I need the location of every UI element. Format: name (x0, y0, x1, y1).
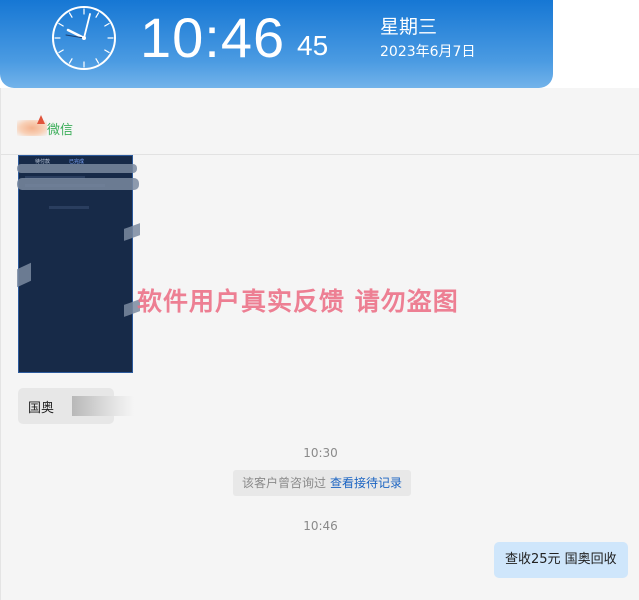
consult-notice: 该客户曾咨询过 查看接待记录 (233, 470, 412, 496)
image-message[interactable]: 待付款 已完成 (17, 155, 140, 373)
chat-window: 10:46 45 星期三 2023年6月7日 微信 待付款 已完成 软件用户真实… (0, 0, 639, 600)
timestamp: 10:46 (303, 519, 338, 533)
digital-seconds: 45 (297, 30, 329, 61)
notice-text: 该客户曾咨询过 (242, 476, 327, 490)
digital-time: 10:46 (140, 6, 286, 69)
weekday-label: 星期三 (380, 16, 438, 38)
redaction-blur (72, 396, 134, 416)
screenshot-blur-line (49, 206, 89, 209)
flame-icon (37, 115, 45, 124)
incoming-message-bubble[interactable]: 国奥 (18, 388, 134, 424)
redaction-smear (17, 262, 31, 288)
chat-panel: 微信 待付款 已完成 软件用户真实反馈 请勿盗图 国奥 10:30 该客户曾咨询… (0, 88, 639, 600)
view-history-link[interactable]: 查看接待记录 (330, 476, 402, 490)
wechat-label: 微信 (47, 123, 74, 138)
clock-banner: 10:46 45 星期三 2023年6月7日 (0, 0, 553, 88)
date-label: 2023年6月7日 (380, 44, 476, 60)
redaction-smear (17, 178, 139, 190)
timestamp: 10:30 (303, 446, 338, 460)
outgoing-message-bubble[interactable]: 查收25元 国奥回收 (494, 542, 628, 578)
watermark-text: 软件用户真实反馈 请勿盗图 (137, 287, 459, 316)
incoming-message-text: 国奥 (28, 401, 55, 416)
redaction-smear (124, 223, 140, 241)
analog-clock-icon (52, 6, 116, 70)
redaction-smear (17, 164, 137, 173)
